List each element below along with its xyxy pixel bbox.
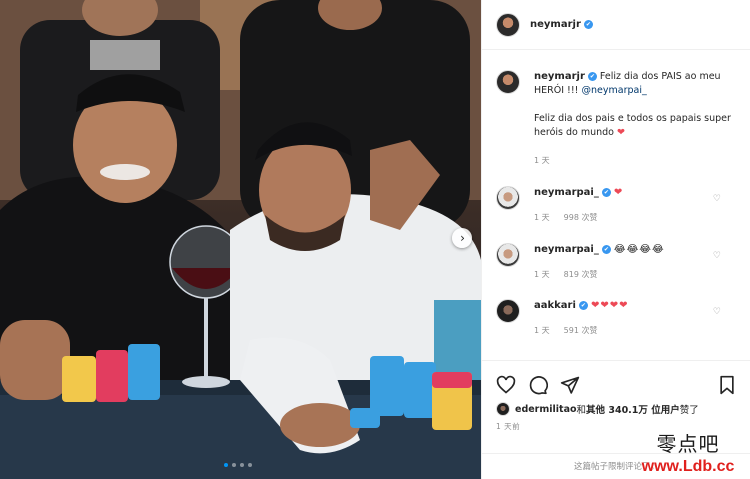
post-caption: neymarjr ✔ Feliz dia dos PAIS ao meu HERÓ… — [496, 70, 741, 168]
paper-plane-icon[interactable] — [560, 375, 580, 395]
comment-time: 1 天 — [534, 213, 550, 222]
avatar[interactable] — [496, 12, 520, 37]
comment-likes[interactable]: 591 次赞 — [564, 324, 598, 338]
post-side-panel: neymarjr ✔ neymarjr ✔ Feliz dia dos PAIS … — [481, 0, 750, 479]
carousel-dot-active — [224, 463, 228, 467]
comment-item: aakkari ✔ ❤❤❤❤ 1 天 591 次赞 ♡ — [496, 299, 741, 338]
comment-item: neymarpai_ ✔ ❤ 1 天 998 次赞 ♡ — [496, 186, 741, 225]
comment-username[interactable]: neymarpai_ — [534, 244, 599, 255]
comment-like-heart-icon[interactable]: ♡ — [713, 194, 721, 204]
liked-by-connector: 和 — [576, 405, 587, 416]
caption-mention-link[interactable]: @neymarpai_ — [582, 85, 647, 96]
caption-username[interactable]: neymarjr — [534, 71, 585, 82]
bookmark-icon[interactable] — [717, 375, 737, 395]
post-photo[interactable]: › — [0, 0, 481, 479]
carousel-next-button[interactable]: › — [452, 228, 472, 248]
comment-likes[interactable]: 998 次赞 — [564, 211, 598, 225]
carousel-indicator — [224, 463, 252, 467]
comment-icon[interactable] — [528, 375, 548, 395]
post-author-username[interactable]: neymarjr — [530, 19, 581, 30]
comment-like-heart-icon[interactable]: ♡ — [713, 251, 721, 261]
avatar[interactable] — [496, 299, 520, 323]
liked-by-suffix: 赞了 — [679, 405, 699, 416]
comment-item: neymarpai_ ✔ 😂😂😂😂 1 天 819 次赞 ♡ — [496, 243, 741, 282]
avatar[interactable] — [496, 402, 510, 416]
liked-by-others-link[interactable]: 其他 340.1万 位用户 — [586, 402, 680, 416]
chevron-right-icon: › — [460, 231, 465, 245]
verified-badge-icon: ✔ — [578, 301, 588, 310]
avatar[interactable] — [496, 243, 520, 267]
liked-by-line: edermilitao 和 其他 340.1万 位用户 赞了 — [482, 402, 750, 416]
comment-username[interactable]: neymarpai_ — [534, 187, 599, 198]
carousel-dot — [240, 463, 244, 467]
post-timestamp[interactable]: 1 天前 — [482, 421, 750, 432]
caption-line2: Feliz dia dos pais e todos os papais sup… — [534, 113, 731, 138]
comment-text: ❤ — [613, 187, 624, 198]
photo-illustration — [0, 0, 481, 479]
avatar[interactable] — [496, 186, 520, 210]
comment-like-heart-icon[interactable]: ♡ — [713, 307, 721, 317]
post-header: neymarjr ✔ — [482, 0, 750, 50]
avatar[interactable] — [496, 70, 520, 94]
verified-badge-icon: ✔ — [601, 245, 611, 254]
comment-username[interactable]: aakkari — [534, 300, 576, 311]
carousel-dot — [248, 463, 252, 467]
verified-badge-icon: ✔ — [587, 72, 597, 81]
comment-text: 😂😂😂😂 — [613, 244, 665, 255]
comments-limited-notice: 这篇帖子限制评论了。 — [482, 453, 750, 472]
caption-time: 1 天 — [534, 156, 550, 165]
verified-badge-icon: ✔ — [583, 20, 593, 29]
post-actions: edermilitao 和 其他 340.1万 位用户 赞了 1 天前 这篇帖子… — [482, 360, 750, 479]
comment-likes[interactable]: 819 次赞 — [564, 268, 598, 282]
comment-time: 1 天 — [534, 326, 550, 335]
carousel-dot — [232, 463, 236, 467]
heart-outline-icon[interactable] — [496, 375, 516, 395]
comment-time: 1 天 — [534, 270, 550, 279]
verified-badge-icon: ✔ — [601, 188, 611, 197]
heart-emoji: ❤ — [617, 127, 625, 138]
liked-by-username[interactable]: edermilitao — [515, 404, 577, 415]
comment-text: ❤❤❤❤ — [590, 300, 629, 311]
